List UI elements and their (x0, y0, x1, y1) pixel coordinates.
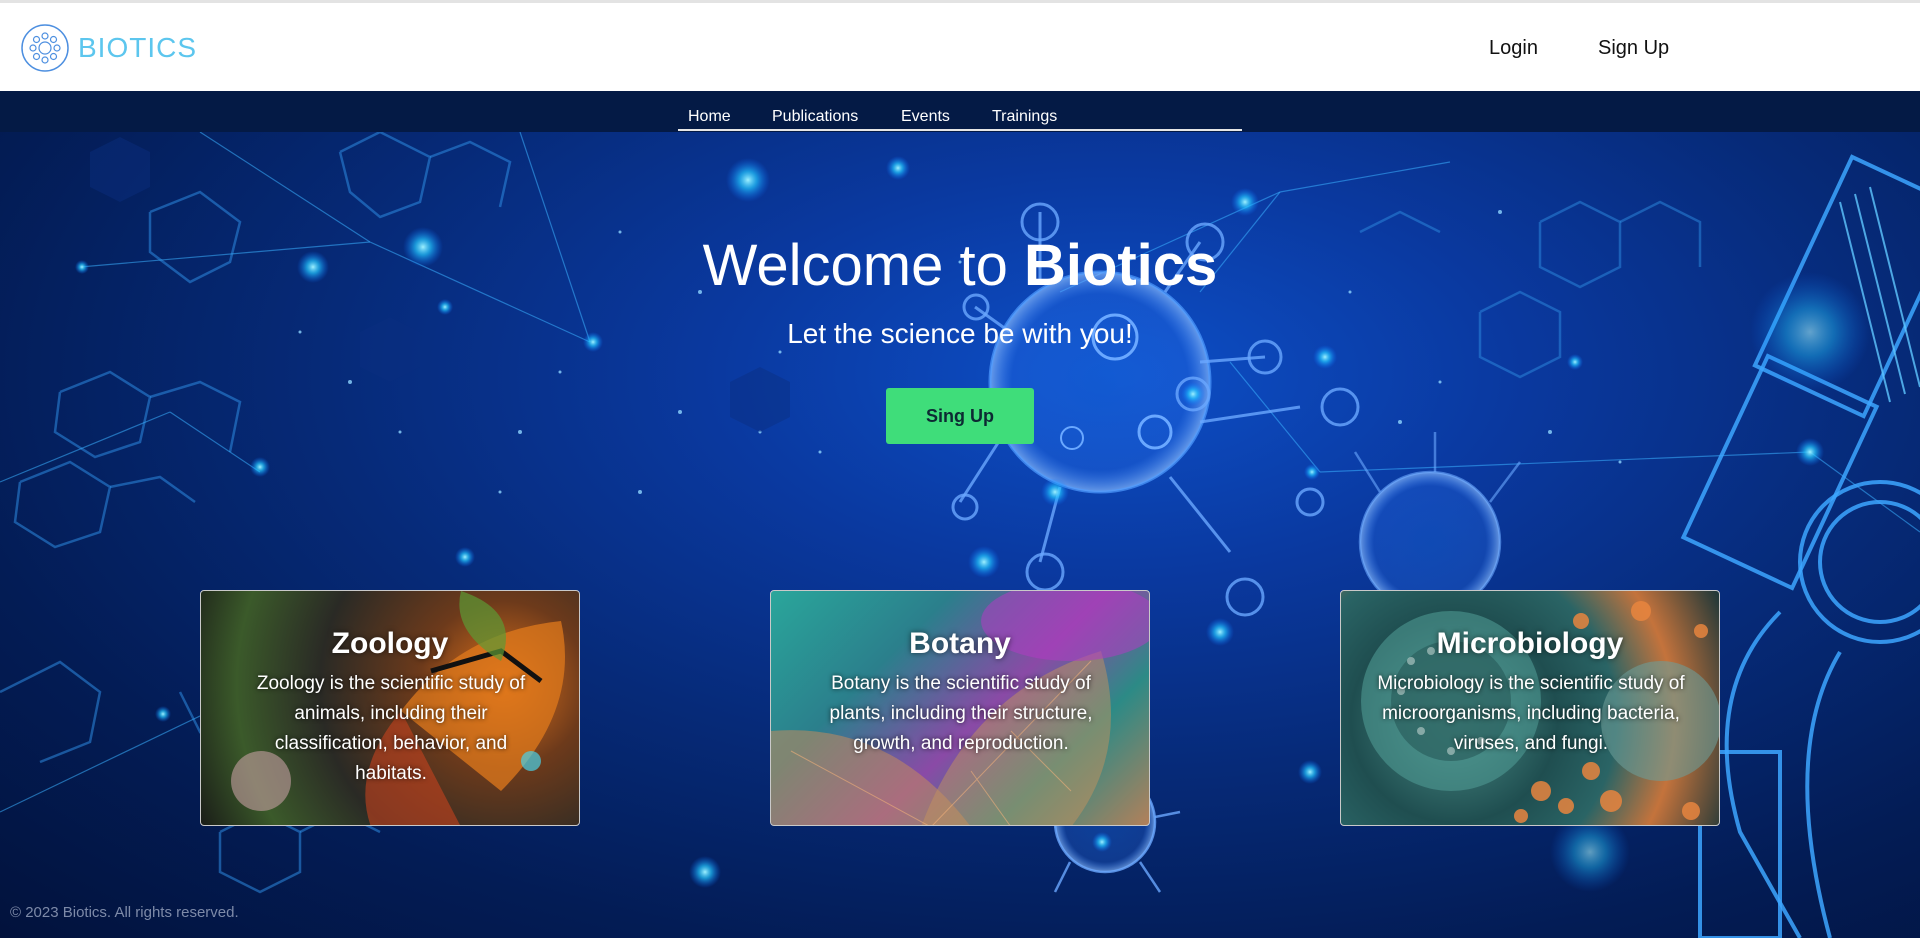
card-description: Botany is the scientific study of plants… (829, 673, 1093, 754)
top-header: BIOTICS Login Sign Up (0, 0, 1920, 91)
card-description: Microbiology is the scientific study of … (1377, 673, 1685, 754)
hero-subtitle: Let the science be with you! (787, 318, 1133, 349)
card-description: Zoology is the scientific study of anima… (256, 673, 526, 784)
login-link[interactable]: Login (1489, 37, 1538, 60)
hero-title: Welcome to Biotics (0, 232, 1920, 299)
nav-item-trainings[interactable]: Trainings (992, 108, 1057, 126)
logo-icon (21, 24, 69, 72)
hero-title-prefix: Welcome to (702, 233, 1024, 298)
footer-copyright: © 2023 Biotics. All rights reserved. (10, 904, 239, 921)
nav-item-publications[interactable]: Publications (772, 108, 858, 126)
card-microbiology[interactable]: Microbiology Microbiology is the scienti… (1340, 590, 1720, 826)
brand-logo[interactable]: BIOTICS (20, 23, 197, 73)
hero-signup-button[interactable]: Sing Up (886, 388, 1034, 444)
card-botany[interactable]: Botany Botany is the scientific study of… (770, 590, 1150, 826)
card-title: Microbiology (1436, 627, 1624, 660)
nav-item-home[interactable]: Home (688, 108, 731, 126)
main-nav: Home Publications Events Trainings (678, 91, 1242, 131)
nav-item-events[interactable]: Events (901, 108, 950, 126)
hero-section: Welcome to Biotics Let the science be wi… (0, 132, 1920, 938)
card-zoology[interactable]: Zoology Zoology is the scientific study … (200, 590, 580, 826)
card-title: Botany (909, 627, 1011, 660)
hero-title-brand: Biotics (1023, 233, 1218, 298)
nav-bar: Home Publications Events Trainings (0, 91, 1920, 132)
card-title: Zoology (331, 627, 449, 660)
logo-text: BIOTICS (78, 32, 198, 63)
signup-link[interactable]: Sign Up (1598, 37, 1669, 60)
